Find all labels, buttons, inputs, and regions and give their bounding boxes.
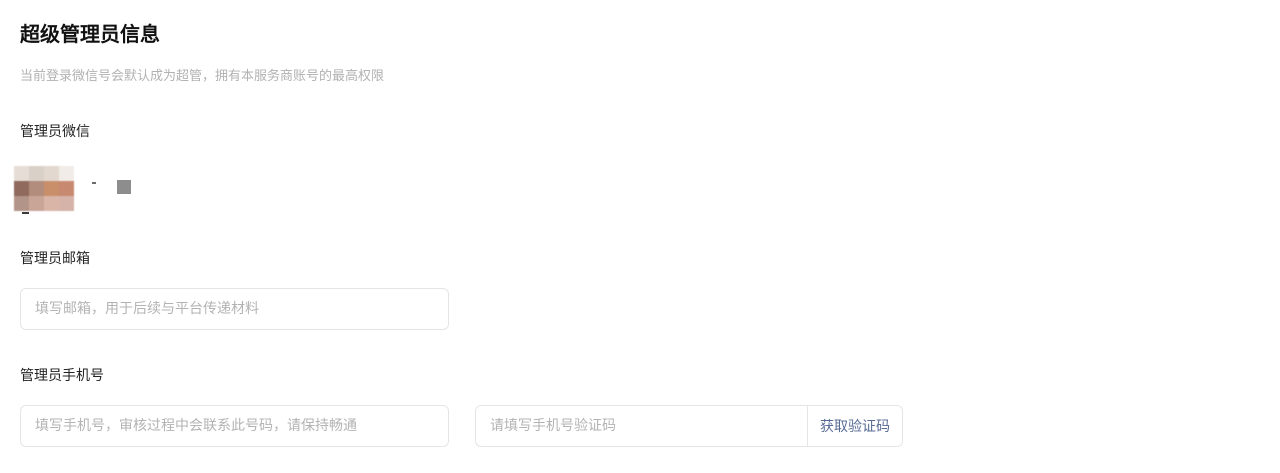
section-subtitle: 当前登录微信号会默认成为超管，拥有本服务商账号的最高权限 [20,69,385,84]
avatar-mosaic-cell [59,181,74,196]
section-title: 超级管理员信息 [20,22,160,46]
email-label: 管理员邮箱 [20,251,90,267]
avatar-mosaic-cell [59,166,74,181]
avatar-mosaic-cell [29,181,44,196]
get-verification-code-button[interactable]: 获取验证码 [807,406,902,446]
wechat-name-redacted [92,182,96,184]
admin-avatar [14,166,74,211]
avatar-mosaic-cell [59,196,74,211]
verification-code-input[interactable] [476,406,807,446]
verification-code-group: 获取验证码 [475,405,903,447]
phone-input[interactable] [20,405,449,447]
wechat-name-redacted-block [117,180,131,194]
avatar-mosaic-cell [14,181,29,196]
phone-label: 管理员手机号 [20,368,104,384]
email-input[interactable] [20,288,449,330]
avatar-mosaic-cell [44,196,59,211]
avatar-mosaic-cell [29,166,44,181]
avatar-mosaic-cell [44,166,59,181]
avatar-underline [22,212,29,214]
wechat-label: 管理员微信 [20,124,90,140]
avatar-mosaic-cell [14,166,29,181]
avatar-mosaic-cell [44,181,59,196]
avatar-mosaic-cell [29,196,44,211]
avatar-mosaic-cell [14,196,29,211]
